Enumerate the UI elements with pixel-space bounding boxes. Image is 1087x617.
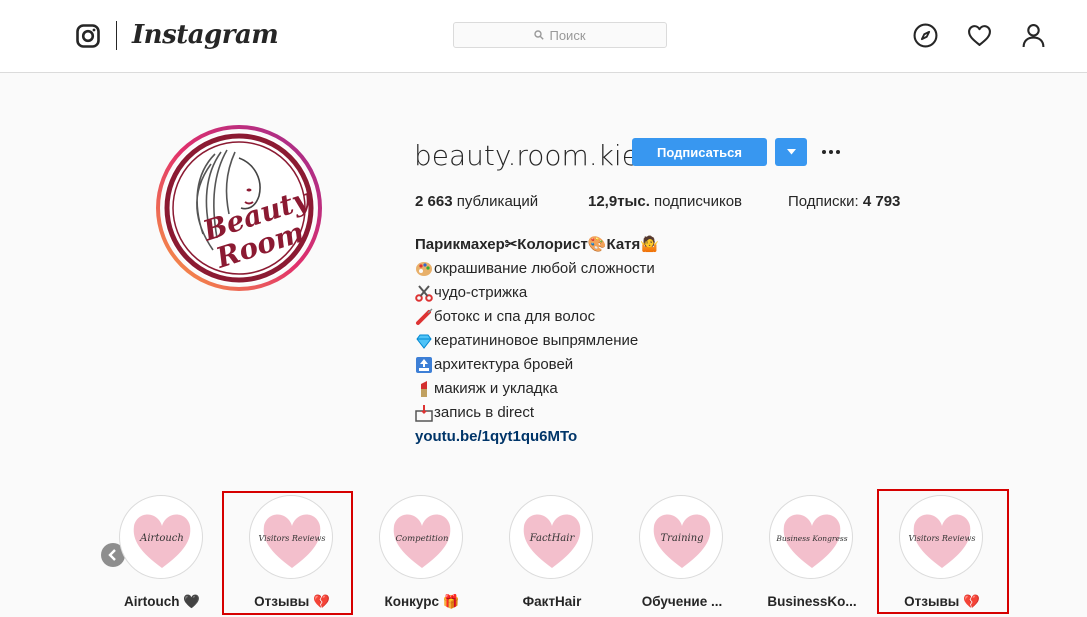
- highlight-cover: Visitors Reviews: [249, 495, 333, 579]
- bio-name-line: Парикмахер✂Колорист🎨Катя🤷: [415, 236, 659, 253]
- caret-down-icon: [786, 149, 796, 155]
- posts-count: 2 663 публикаций: [415, 193, 538, 210]
- story-highlight[interactable]: Airtouch Airtouch 🖤: [97, 495, 227, 609]
- bio-line-text: чудо-стрижка: [434, 284, 528, 301]
- svg-text:Visitors Reviews: Visitors Reviews: [909, 534, 976, 543]
- profile-user-icon[interactable]: [1021, 23, 1046, 48]
- bio-line-text: макияж и укладка: [434, 380, 558, 397]
- pink-heart-icon: FactHair: [523, 514, 581, 568]
- highlight-title: Обучение ...: [641, 594, 723, 609]
- suggestions-dropdown-button[interactable]: [775, 138, 807, 166]
- dot: [822, 150, 826, 154]
- inbox-tray-icon: [415, 405, 433, 422]
- follow-button[interactable]: Подписаться: [632, 138, 767, 166]
- highlight-cover: Visitors Reviews: [899, 495, 983, 579]
- profile-avatar[interactable]: Beauty Room: [155, 124, 323, 292]
- highlight-cover: Training: [639, 495, 723, 579]
- story-highlight[interactable]: Competition Конкурс 🎁: [357, 495, 487, 609]
- highlight-cover: FactHair: [509, 495, 593, 579]
- palette-icon: [416, 262, 432, 276]
- followers-count[interactable]: 12,9тыс. подписчиков: [588, 193, 742, 210]
- bio-external-link[interactable]: youtu.be/1qyt1qu6MTo: [415, 425, 659, 449]
- instagram-glyph-icon[interactable]: [76, 24, 100, 48]
- story-highlight[interactable]: FactHair ФактHair: [487, 495, 617, 609]
- explore-compass-icon[interactable]: [913, 23, 938, 48]
- bio-line-text: архитектура бровей: [434, 356, 574, 373]
- story-highlight[interactable]: Business Kongress BusinessKo...: [747, 495, 877, 609]
- profile-username: beauty.room.kiev: [414, 139, 656, 172]
- highlight-title: ФактHair: [522, 594, 582, 609]
- bio-line: запись в direct: [415, 401, 659, 425]
- bio-line-text: кератининовое выпрямление: [434, 332, 639, 349]
- svg-text:Business Kongress: Business Kongress: [775, 534, 847, 543]
- highlight-title: BusinessKo...: [767, 594, 857, 609]
- bio-line: макияж и укладка: [415, 377, 659, 401]
- search-input[interactable]: Поиск: [453, 22, 667, 48]
- highlight-cover: Business Kongress: [769, 495, 853, 579]
- activity-heart-icon[interactable]: [967, 23, 992, 48]
- story-highlight[interactable]: Training Обучение ...: [617, 495, 747, 609]
- bio-line: кератининовое выпрямление: [415, 329, 659, 353]
- search-icon: [534, 30, 545, 40]
- pink-heart-icon: Business Kongress: [775, 514, 848, 568]
- bio-line: ботокс и спа для волос: [415, 305, 659, 329]
- highlight-cover: Competition: [379, 495, 463, 579]
- highlight-title: Конкурс 🎁: [384, 594, 460, 609]
- story-highlight[interactable]: Visitors Reviews Отзывы 💔: [877, 495, 1007, 609]
- dot: [836, 150, 840, 154]
- bio-line-text: запись в direct: [434, 404, 535, 421]
- more-options-button[interactable]: [822, 143, 842, 161]
- following-count[interactable]: Подписки: 4 793: [788, 193, 900, 210]
- highlight-title: Airtouch 🖤: [123, 594, 201, 609]
- posts-value: 2 663: [415, 193, 453, 210]
- search-placeholder: Поиск: [549, 27, 586, 43]
- bio-line: чудо-стрижка: [415, 281, 659, 305]
- profile-bio: Парикмахер✂Колорист🎨Катя🤷 окрашивание лю…: [415, 233, 659, 449]
- followers-value: 12,9тыс.: [588, 193, 650, 210]
- pink-heart-icon: Visitors Reviews: [259, 514, 326, 568]
- highlight-title: Отзывы 💔: [904, 594, 980, 609]
- svg-text:Competition: Competition: [395, 534, 448, 544]
- bio-line-text: ботокс и спа для волос: [434, 308, 596, 325]
- syringe-icon: [416, 308, 433, 325]
- following-label: Подписки:: [788, 193, 859, 210]
- dot: [829, 150, 833, 154]
- pink-heart-icon: Training: [653, 514, 711, 568]
- svg-text:Visitors Reviews: Visitors Reviews: [259, 534, 326, 543]
- lipstick-icon: [421, 381, 427, 397]
- top-navigation-bar: Instagram Поиск: [0, 0, 1087, 73]
- top-arrow-icon: [416, 357, 432, 373]
- gem-icon: [416, 334, 432, 349]
- pink-heart-icon: Airtouch: [133, 514, 191, 568]
- bio-line-text: окрашивание любой сложности: [434, 260, 655, 277]
- logo-divider: [116, 21, 117, 50]
- pink-heart-icon: Competition: [393, 514, 451, 568]
- bio-line: архитектура бровей: [415, 353, 659, 377]
- highlight-cover: Airtouch: [119, 495, 203, 579]
- followers-label: подписчиков: [654, 193, 743, 210]
- following-value: 4 793: [862, 193, 901, 210]
- instagram-wordmark[interactable]: Instagram: [132, 20, 279, 50]
- bio-line: окрашивание любой сложности: [415, 257, 659, 281]
- svg-text:Airtouch: Airtouch: [139, 533, 184, 544]
- pink-heart-icon: Visitors Reviews: [909, 514, 976, 568]
- svg-text:FactHair: FactHair: [529, 533, 576, 544]
- svg-text:Training: Training: [660, 533, 703, 544]
- story-highlight[interactable]: Visitors Reviews Отзывы 💔: [227, 495, 357, 609]
- posts-label: публикаций: [456, 193, 539, 210]
- highlight-title: Отзывы 💔: [254, 594, 330, 609]
- scissors-icon: [415, 285, 433, 302]
